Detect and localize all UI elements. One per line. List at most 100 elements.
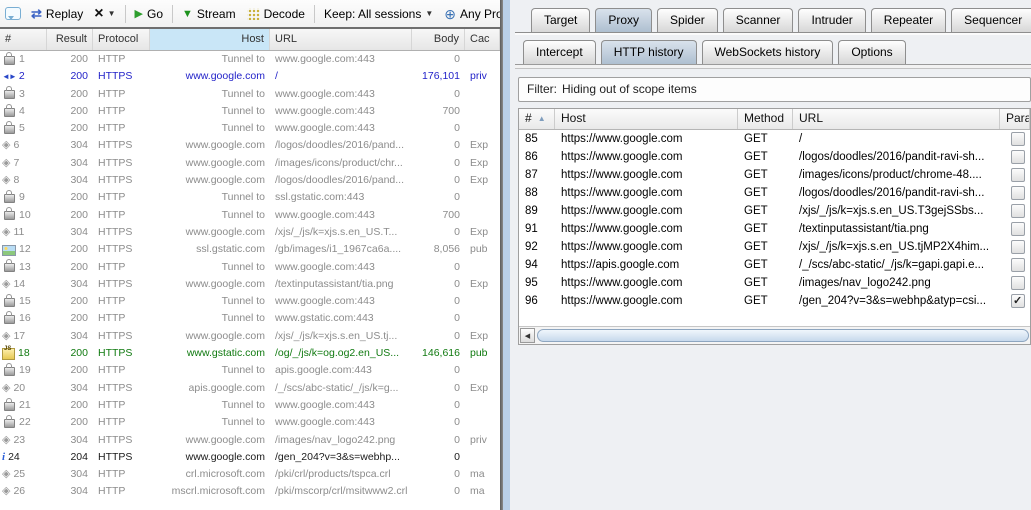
param-checkbox[interactable] [1011,150,1025,164]
host-cell: Tunnel to [221,122,265,135]
column-header-host[interactable]: Host [555,109,738,129]
history-row[interactable]: 85 https://www.google.com GET / [519,130,1030,148]
protocol-cell: HTTPS [98,347,133,360]
session-row[interactable]: 14 304 HTTPS www.google.com /textinputas… [0,276,500,293]
session-row[interactable]: 7 304 HTTPS www.google.com /images/icons… [0,155,500,172]
burp-tab[interactable]: Scanner [722,8,794,32]
session-number-cell: 7 [0,155,47,172]
column-header-body[interactable]: Body [412,29,465,50]
history-row[interactable]: 92 https://www.google.com GET /xjs/_/js/… [519,238,1030,256]
session-row[interactable]: 10 200 HTTP Tunnel to www.google.com:443… [0,207,500,224]
session-row[interactable]: 1 200 HTTP Tunnel to www.google.com:443 … [0,51,500,68]
burp-tab[interactable]: Sequencer [951,8,1031,32]
caching-cell [465,293,500,310]
history-row[interactable]: 96 https://www.google.com GET /gen_204?v… [519,292,1030,310]
history-row[interactable]: 89 https://www.google.com GET /xjs/_/js/… [519,202,1030,220]
burp-tab[interactable]: Proxy [595,8,653,32]
keep-sessions-dropdown[interactable]: Keep: All sessions ▼ [320,5,437,23]
result-cell: 304 [70,485,88,498]
history-row[interactable]: 86 https://www.google.com GET /logos/doo… [519,148,1030,166]
param-checkbox[interactable] [1011,276,1025,290]
column-header-result[interactable]: Result [47,29,93,50]
lock-icon [4,414,15,428]
param-checkbox[interactable] [1011,132,1025,146]
caching-cell: Exp [470,139,489,152]
session-row[interactable]: 5 200 HTTP Tunnel to www.google.com:443 … [0,120,500,137]
param-checkbox[interactable] [1011,204,1025,218]
session-row[interactable]: 15 200 HTTP Tunnel to www.google.com:443… [0,293,500,310]
column-header-protocol[interactable]: Protocol [93,29,150,50]
session-row[interactable]: 24 204 HTTPS www.google.com /gen_204?v=3… [0,449,500,466]
host-cell: https://www.google.com [561,295,683,307]
history-row[interactable]: 91 https://www.google.com GET /textinput… [519,220,1030,238]
column-header-host[interactable]: Host [150,29,270,50]
session-row[interactable]: 8 304 HTTPS www.google.com /logos/doodle… [0,172,500,189]
lock-icon [4,207,15,221]
param-checkbox[interactable] [1011,168,1025,182]
history-row[interactable]: 87 https://www.google.com GET /images/ic… [519,166,1030,184]
session-row[interactable]: 23 304 HTTPS www.google.com /images/nav_… [0,432,500,449]
param-checkbox[interactable] [1011,292,1025,310]
cache-icon [2,466,10,483]
session-row[interactable]: 17 304 HTTPS www.google.com /xjs/_/js/k=… [0,328,500,345]
burp-tab[interactable]: Intruder [798,8,866,32]
burp-tab[interactable]: Spider [657,8,718,32]
remove-icon: × [94,4,104,22]
protocol-cell: HTTP [98,208,126,221]
horizontal-scrollbar[interactable]: ◀ [519,326,1030,344]
history-filter-bar[interactable]: Filter: Hiding out of scope items [518,77,1031,102]
burp-tab[interactable]: Repeater [870,8,947,32]
proxy-subtab[interactable]: Intercept [523,40,596,64]
history-row[interactable]: 94 https://apis.google.com GET /_/scs/ab… [519,256,1030,274]
param-checkbox[interactable] [1011,186,1025,200]
column-header-number[interactable]: # ▲ [519,109,555,129]
column-header-method[interactable]: Method [738,109,793,129]
column-header-number[interactable]: # [0,29,47,50]
replay-button[interactable]: ⇄ Replay [27,4,87,24]
comment-icon[interactable] [5,7,21,20]
session-row[interactable]: 3 200 HTTP Tunnel to www.google.com:443 … [0,86,500,103]
body-cell: 0 [454,381,460,394]
session-row[interactable]: 9 200 HTTP Tunnel to ssl.gstatic.com:443… [0,189,500,206]
url-cell: ssl.gstatic.com:443 [275,191,365,204]
burp-tab[interactable]: Target [531,8,591,32]
param-checkbox[interactable] [1011,222,1025,236]
session-row[interactable]: 16 200 HTTP Tunnel to www.gstatic.com:44… [0,310,500,327]
column-header-url[interactable]: URL [270,29,412,50]
session-row[interactable]: 4 200 HTTP Tunnel to www.google.com:443 … [0,103,500,120]
session-row[interactable]: 11 304 HTTPS www.google.com /xjs/_/js/k=… [0,224,500,241]
session-row[interactable]: 6 304 HTTPS www.google.com /logos/doodle… [0,137,500,154]
go-button[interactable]: ▶ Go [131,5,167,23]
session-row[interactable]: 18 200 HTTPS www.gstatic.com /og/_/js/k=… [0,345,500,362]
column-header-caching[interactable]: Cac [465,29,500,50]
session-row[interactable]: 13 200 HTTP Tunnel to www.google.com:443… [0,259,500,276]
proxy-subtab[interactable]: HTTP history [600,40,697,64]
session-row[interactable]: 20 304 HTTPS apis.google.com /_/scs/abc-… [0,380,500,397]
cache-icon [2,172,10,189]
scrollbar-thumb[interactable] [537,329,1029,342]
proxy-subtab[interactable]: WebSockets history [701,40,834,64]
session-row[interactable]: 22 200 HTTP Tunnel to www.google.com:443… [0,414,500,431]
history-row[interactable]: 95 https://www.google.com GET /images/na… [519,274,1030,292]
history-row[interactable]: 88 https://www.google.com GET /logos/doo… [519,184,1030,202]
result-cell: 304 [70,225,88,238]
session-row[interactable]: 19 200 HTTP Tunnel to apis.google.com:44… [0,362,500,379]
scrollbar-left-arrow-icon[interactable]: ◀ [520,328,535,343]
session-row[interactable]: 25 304 HTTP crl.microsoft.com /pki/crl/p… [0,466,500,483]
proxy-subtab[interactable]: Options [838,40,906,64]
remove-sessions-button[interactable]: × ▼ [90,4,119,22]
column-header-param[interactable]: Param [1000,109,1030,129]
stream-button[interactable]: ▼ Stream [178,5,240,23]
host-cell: Tunnel to [221,104,265,117]
method-cell: GET [744,259,768,271]
column-header-url[interactable]: URL [793,109,1000,129]
session-row[interactable]: 21 200 HTTP Tunnel to www.google.com:443… [0,397,500,414]
any-process-button[interactable]: ⊕ Any Process [440,5,500,23]
session-row[interactable]: 26 304 HTTP mscrl.microsoft.com /pki/msc… [0,483,500,500]
session-row[interactable]: 12 200 HTTPS ssl.gstatic.com /gb/images/… [0,241,500,258]
session-row[interactable]: 2 200 HTTPS www.google.com / 176,101 pri… [0,68,500,85]
param-checkbox[interactable] [1011,258,1025,272]
param-checkbox[interactable] [1011,240,1025,254]
body-cell: 0 [454,260,460,273]
decode-button[interactable]: Decode [243,5,309,23]
